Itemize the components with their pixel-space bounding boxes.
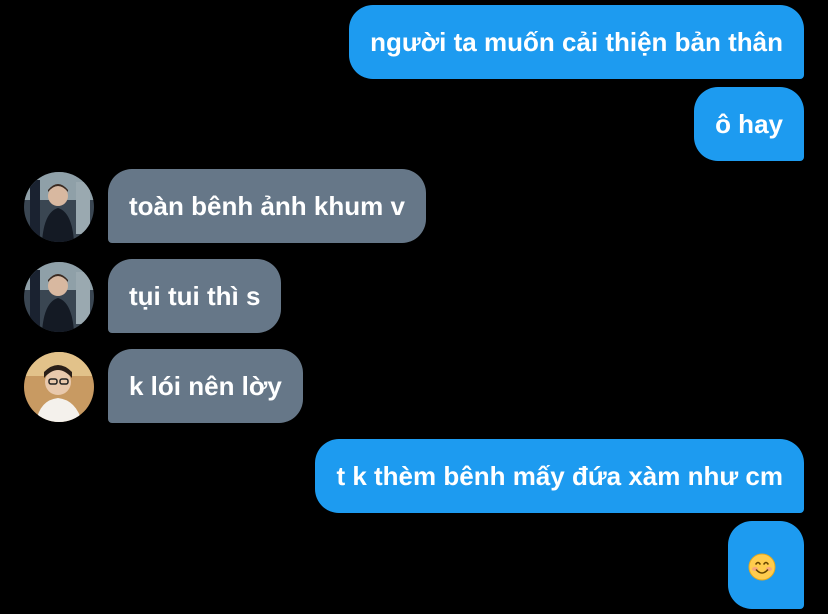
avatar-photo-user-2 [24,352,94,422]
message-bubble-sent[interactable]: ô hay [694,87,804,161]
message-bubble-sent[interactable]: người ta muốn cải thiện bản thân [349,5,804,79]
avatar[interactable] [24,262,94,332]
message-bubble-sent[interactable]: t k thèm bênh mấy đứa xàm như cm [315,439,804,513]
message-bubble-received[interactable]: toàn bênh ảnh khum v [108,169,426,243]
message-bubble-received[interactable]: tụi tui thì s [108,259,282,333]
avatar-photo-user-1 [24,172,94,242]
avatar[interactable] [24,172,94,242]
avatar[interactable] [24,352,94,422]
message-bubble-received[interactable]: k lói nên lờy [108,349,303,423]
message-thread: người ta muốn cải thiện bản thân ô hay t… [0,0,828,614]
message-bubble-sent-emoji[interactable] [728,521,804,609]
avatar-photo-user-1 [24,262,94,332]
smiling-face-emoji-icon [748,553,776,581]
